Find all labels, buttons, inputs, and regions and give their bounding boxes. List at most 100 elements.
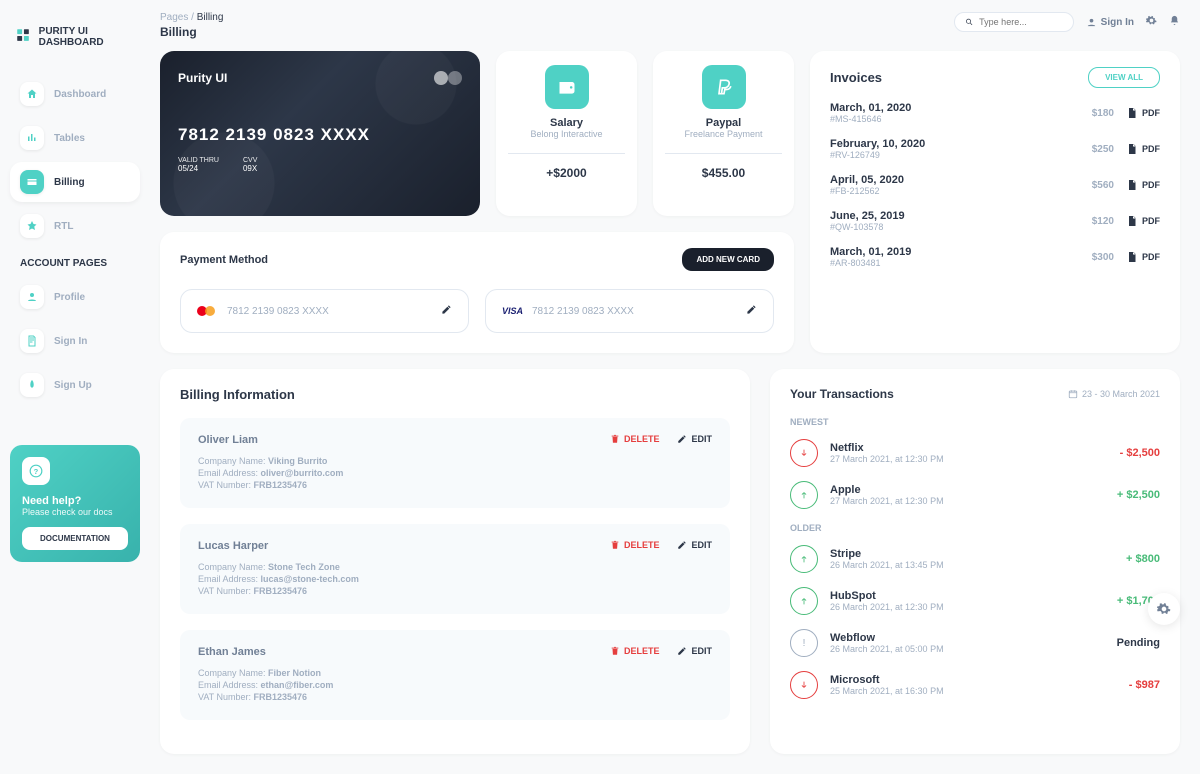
pencil-icon	[746, 304, 757, 315]
invoice-amount: $250	[1092, 144, 1114, 155]
document-icon	[1126, 178, 1138, 192]
sidebar-item-signin[interactable]: Sign In	[10, 321, 140, 361]
salary-card: Salary Belong Interactive +$2000	[496, 51, 637, 216]
mastercard-icon	[197, 304, 217, 318]
stat-sub: Freelance Payment	[665, 129, 782, 139]
paypal-icon	[702, 65, 746, 109]
invoice-date: March, 01, 2020	[830, 102, 911, 114]
breadcrumb-root[interactable]: Pages	[160, 12, 188, 23]
breadcrumb: Pages / Billing	[160, 12, 223, 23]
sidebar-item-dashboard[interactable]: Dashboard	[10, 74, 140, 114]
brand[interactable]: PURITY UI DASHBOARD	[10, 20, 140, 54]
transaction-name: Stripe	[830, 548, 944, 560]
transactions-card: Your Transactions 23 - 30 March 2021 NEW…	[770, 369, 1180, 754]
pdf-button[interactable]: PDF	[1126, 142, 1160, 156]
transaction-amount: - $987	[1129, 679, 1160, 691]
pm-card-visa: VISA 7812 2139 0823 XXXX	[485, 289, 774, 333]
invoice-row: February, 10, 2020#RV-126749 $250 PDF	[830, 138, 1160, 160]
billing-name: Ethan James	[198, 646, 333, 658]
document-icon	[1126, 106, 1138, 120]
invoice-code: #QW-103578	[830, 222, 905, 232]
transaction-row: Apple27 March 2021, at 12:30 PM + $2,500	[790, 481, 1160, 509]
edit-button[interactable]: EDIT	[677, 434, 712, 444]
pm-card-mastercard: 7812 2139 0823 XXXX	[180, 289, 469, 333]
wallet-icon	[545, 65, 589, 109]
billing-item: Lucas Harper Company Name: Stone Tech Zo…	[180, 524, 730, 614]
edit-button[interactable]: EDIT	[677, 540, 712, 550]
user-icon	[20, 285, 44, 309]
user-icon	[1086, 17, 1097, 28]
sidebar-item-label: Sign In	[54, 336, 87, 347]
notifications-button[interactable]	[1169, 15, 1180, 29]
search-input[interactable]	[979, 17, 1062, 27]
page-title: Billing	[160, 25, 223, 39]
chart-icon	[20, 126, 44, 150]
invoice-amount: $300	[1092, 252, 1114, 263]
invoice-code: #FB-212562	[830, 186, 904, 196]
delete-button[interactable]: DELETE	[610, 646, 660, 656]
pencil-icon	[677, 540, 687, 550]
transaction-row: Netflix27 March 2021, at 12:30 PM - $2,5…	[790, 439, 1160, 467]
card-brand: Purity UI	[178, 71, 227, 85]
view-all-button[interactable]: VIEW ALL	[1088, 67, 1160, 88]
edit-card-button[interactable]	[441, 304, 452, 318]
visa-icon: VISA	[502, 304, 522, 318]
invoice-row: April, 05, 2020#FB-212562 $560 PDF	[830, 174, 1160, 196]
trans-range: 23 - 30 March 2021	[1068, 389, 1160, 399]
sidebar-item-rtl[interactable]: RTL	[10, 206, 140, 246]
trash-icon	[610, 646, 620, 656]
billing-name: Lucas Harper	[198, 540, 359, 552]
add-card-button[interactable]: ADD NEW CARD	[682, 248, 774, 271]
document-icon	[1126, 250, 1138, 264]
billing-item: Ethan James Company Name: Fiber Notion E…	[180, 630, 730, 720]
help-title: Need help?	[22, 495, 128, 507]
invoice-code: #AR-803481	[830, 258, 911, 268]
invoice-amount: $120	[1092, 216, 1114, 227]
edit-card-button[interactable]	[746, 304, 757, 318]
pdf-button[interactable]: PDF	[1126, 178, 1160, 192]
transaction-name: Apple	[830, 484, 944, 496]
pencil-icon	[677, 646, 687, 656]
arrow-up-icon	[790, 481, 818, 509]
stat-title: Salary	[508, 117, 625, 129]
transaction-time: 26 March 2021, at 13:45 PM	[830, 560, 944, 570]
settings-fab[interactable]	[1148, 593, 1180, 625]
transaction-name: Microsoft	[830, 674, 944, 686]
signin-link[interactable]: Sign In	[1086, 17, 1134, 28]
documentation-button[interactable]: DOCUMENTATION	[22, 527, 128, 550]
help-card: ? Need help? Please check our docs DOCUM…	[10, 445, 140, 562]
sidebar-item-profile[interactable]: Profile	[10, 277, 140, 317]
transaction-row: ! Webflow26 March 2021, at 05:00 PM Pend…	[790, 629, 1160, 657]
transaction-time: 27 March 2021, at 12:30 PM	[830, 454, 944, 464]
search-icon	[965, 17, 974, 27]
credit-card: Purity UI 7812 2139 0823 XXXX VALID THRU…	[160, 51, 480, 216]
pdf-button[interactable]: PDF	[1126, 214, 1160, 228]
help-sub: Please check our docs	[22, 507, 128, 517]
sidebar-item-label: Sign Up	[54, 380, 92, 391]
rocket-icon	[20, 373, 44, 397]
mastercard-icon	[434, 69, 462, 87]
svg-text:?: ?	[34, 467, 39, 476]
gear-icon	[1146, 15, 1157, 26]
sidebar-item-label: Tables	[54, 133, 85, 144]
sidebar-item-tables[interactable]: Tables	[10, 118, 140, 158]
pending-icon: !	[790, 629, 818, 657]
transaction-row: Stripe26 March 2021, at 13:45 PM + $800	[790, 545, 1160, 573]
delete-button[interactable]: DELETE	[610, 434, 660, 444]
sidebar-item-signup[interactable]: Sign Up	[10, 365, 140, 405]
pdf-button[interactable]: PDF	[1126, 250, 1160, 264]
edit-button[interactable]: EDIT	[677, 646, 712, 656]
search-box[interactable]	[954, 12, 1074, 32]
stat-value: $455.00	[665, 153, 782, 180]
sidebar-item-billing[interactable]: Billing	[10, 162, 140, 202]
breadcrumb-current: Billing	[197, 12, 224, 23]
pdf-button[interactable]: PDF	[1126, 106, 1160, 120]
tool-icon	[20, 214, 44, 238]
document-icon	[1126, 142, 1138, 156]
pencil-icon	[441, 304, 452, 315]
stat-title: Paypal	[665, 117, 782, 129]
settings-button[interactable]	[1146, 15, 1157, 29]
sidebar-item-label: RTL	[54, 221, 73, 232]
trans-title: Your Transactions	[790, 387, 894, 401]
delete-button[interactable]: DELETE	[610, 540, 660, 550]
